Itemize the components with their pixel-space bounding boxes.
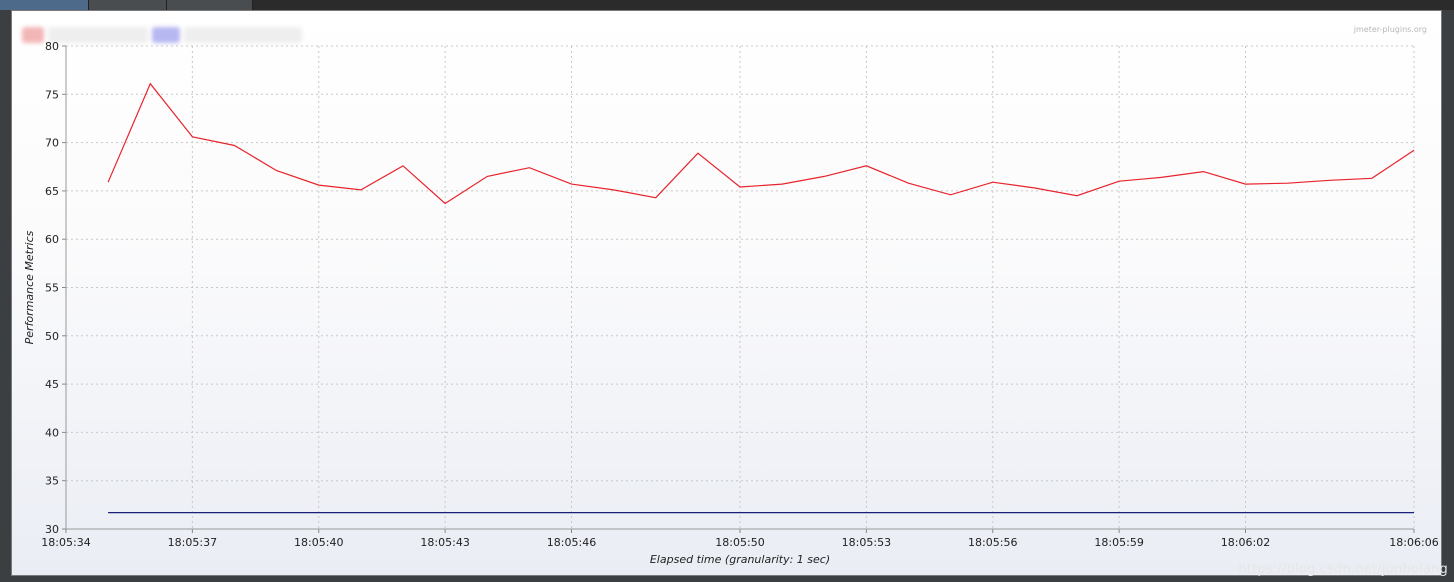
x-tick-label: 18:05:46 — [547, 536, 596, 549]
watermark: https://blog.csdn.net/junbolang — [1238, 562, 1448, 577]
x-tick-label: 18:06:02 — [1221, 536, 1270, 549]
x-tick-label: 18:05:37 — [168, 536, 217, 549]
y-tick-label: 35 — [45, 475, 59, 488]
x-tick-label: 18:05:43 — [420, 536, 469, 549]
x-tick-label: 18:05:59 — [1094, 536, 1143, 549]
y-tick-label: 80 — [45, 40, 59, 53]
performance-chart: 30 35 40 45 50 55 60 65 70 75 80 18:05:34 18:05:37 18… — [23, 40, 1439, 566]
x-tick-label: 18:05:53 — [842, 536, 891, 549]
x-tick-label: 18:06:06 — [1389, 536, 1438, 549]
y-tick-label: 75 — [45, 88, 59, 101]
y-tick-label: 55 — [45, 282, 59, 295]
y-tick-label: 70 — [45, 137, 59, 150]
y-tick-label: 30 — [45, 523, 59, 536]
x-axis-title: Elapsed time (granularity: 1 sec) — [650, 553, 830, 566]
y-tick-label: 50 — [45, 330, 59, 343]
y-tick-label: 60 — [45, 233, 59, 246]
y-tick-label: 40 — [45, 426, 59, 439]
x-tick-label: 18:05:50 — [715, 536, 764, 549]
y-tick-label: 65 — [45, 185, 59, 198]
series-line-0 — [107, 82, 1415, 205]
x-tick-label: 18:05:34 — [41, 536, 90, 549]
x-tick-label: 18:05:56 — [968, 536, 1017, 549]
y-tick-label: 45 — [45, 378, 59, 391]
y-axis-title: Performance Metrics — [23, 230, 36, 344]
x-tick-label: 18:05:40 — [294, 536, 343, 549]
